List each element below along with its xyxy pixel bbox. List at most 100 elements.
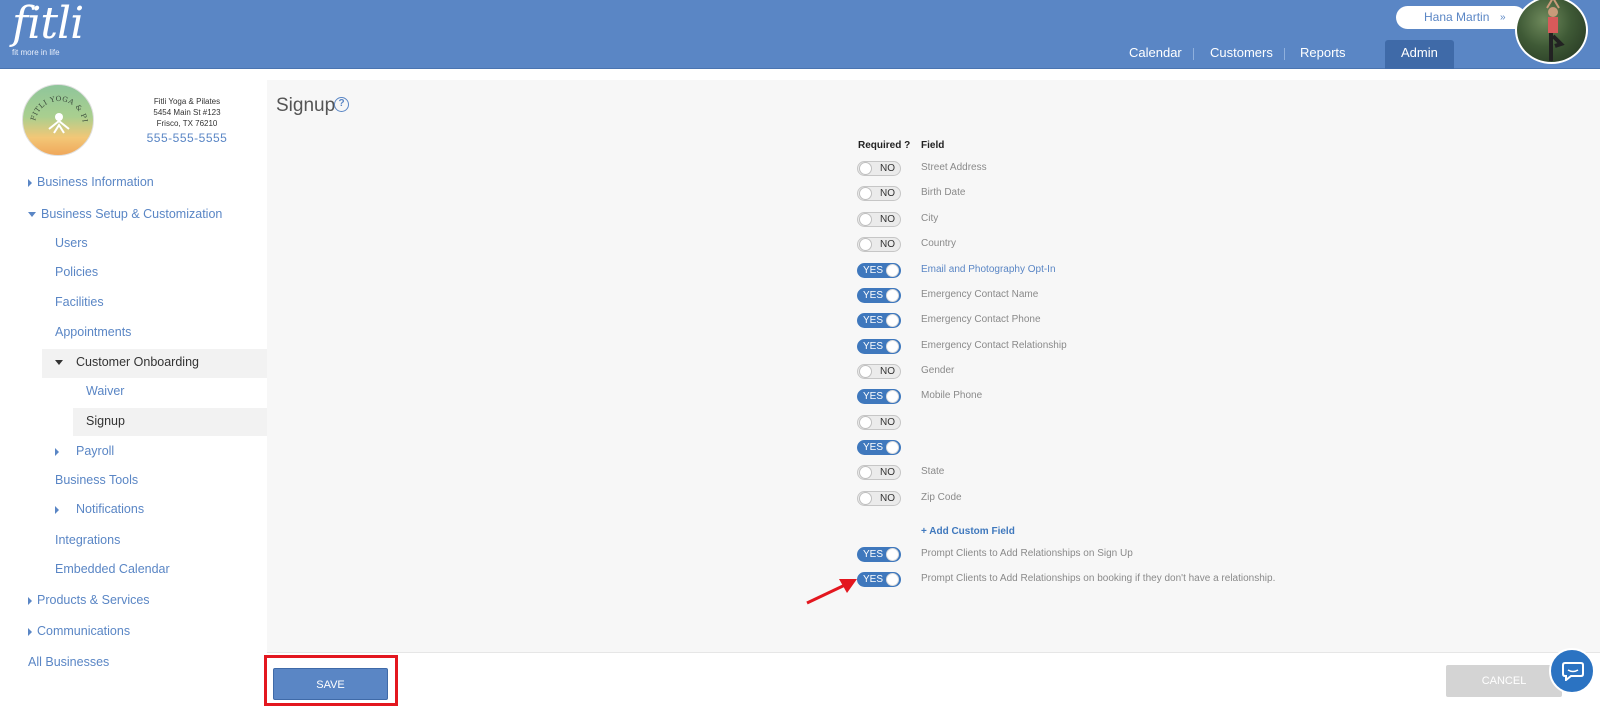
toggle-knob (886, 264, 899, 277)
main-panel: Signup ? Required ? Field NO Street Addr… (267, 80, 1600, 652)
caret-right-icon (28, 178, 32, 187)
sidebar-item-all-businesses[interactable]: All Businesses (28, 654, 109, 670)
chevron-down-icon: » (1500, 12, 1506, 23)
fitli-logo[interactable]: fitli fit more in life (10, 0, 90, 64)
page-title: Signup (276, 95, 336, 116)
sidebar-item-policies[interactable]: Policies (55, 264, 98, 280)
toggle-knob (886, 441, 899, 454)
column-header-required: Required ? (858, 140, 911, 151)
help-icon[interactable]: ? (334, 97, 349, 112)
sidebar-item-communications[interactable]: Communications (28, 623, 130, 639)
business-phone: 555-555-5555 (146, 131, 228, 145)
sidebar-item-facilities[interactable]: Facilities (55, 294, 104, 310)
sidebar-item-payroll[interactable]: Payroll (55, 443, 114, 459)
sidebar-item-waiver[interactable]: Waiver (86, 383, 124, 399)
chat-button[interactable] (1549, 648, 1595, 694)
nav-divider (1284, 48, 1285, 60)
business-name: Fitli Yoga & Pilates (153, 97, 221, 106)
business-info: Fitli Yoga & Pilates 5454 Main St #123 F… (137, 96, 237, 147)
caret-right-icon (28, 627, 32, 636)
sidebar-item-business-tools[interactable]: Business Tools (55, 472, 138, 488)
caret-down-icon (28, 212, 36, 218)
logo-tagline: fit more in life (12, 48, 60, 57)
add-custom-field-link[interactable]: + Add Custom Field (921, 526, 1015, 537)
business-logo: FITLI YOGA & PILATES (22, 84, 94, 156)
field-label-email-photography-opt-in[interactable]: Email and Photography Opt-In (921, 263, 1056, 277)
toggle-mobile-phone[interactable]: YES (857, 389, 901, 404)
chat-bubble-icon (1562, 662, 1584, 681)
toggle-emergency-contact-relationship[interactable]: YES (857, 339, 901, 354)
nav-admin[interactable]: Admin (1385, 40, 1454, 69)
toggle-knob (886, 548, 899, 561)
logo-wordmark: fitli (12, 0, 84, 49)
toggle-knob (859, 365, 872, 378)
caret-down-icon (55, 360, 63, 366)
save-button[interactable]: SAVE (273, 668, 388, 700)
toggle-knob (886, 314, 899, 327)
nav-customers[interactable]: Customers (1210, 40, 1273, 69)
nav-calendar[interactable]: Calendar (1129, 40, 1182, 69)
business-address: 5454 Main St #123 (153, 108, 221, 117)
save-highlight-box: SAVE (264, 655, 398, 706)
toggle-knob (886, 390, 899, 403)
top-header: fitli fit more in life Hana Martin » Cal… (0, 0, 1600, 69)
toggle-city[interactable]: NO (857, 212, 901, 227)
toggle-emergency-contact-name[interactable]: YES (857, 288, 901, 303)
toggle-country[interactable]: NO (857, 237, 901, 252)
toggle-prompt-relationships-signup[interactable]: YES (857, 547, 901, 562)
toggle-knob (859, 213, 872, 226)
toggle-street-address[interactable]: NO (857, 161, 901, 176)
toggle-unlabeled-1[interactable]: NO (857, 415, 901, 430)
caret-right-icon (55, 447, 59, 456)
toggle-state[interactable]: NO (857, 465, 901, 480)
field-label-birth-date: Birth Date (921, 187, 966, 198)
cancel-button[interactable]: CANCEL (1446, 665, 1562, 697)
user-name: Hana Martin (1424, 10, 1490, 24)
field-label-street-address: Street Address (921, 162, 987, 173)
field-label-zip-code: Zip Code (921, 492, 962, 503)
sidebar-item-users[interactable]: Users (55, 235, 88, 251)
sidebar: FITLI YOGA & PILATES Fitli Yoga & Pilate… (0, 70, 267, 721)
toggle-knob (859, 416, 872, 429)
sidebar-item-integrations[interactable]: Integrations (55, 532, 120, 548)
caret-right-icon (28, 596, 32, 605)
toggle-knob (886, 289, 899, 302)
sidebar-item-products-services[interactable]: Products & Services (28, 592, 150, 608)
toggle-emergency-contact-phone[interactable]: YES (857, 313, 901, 328)
sidebar-item-signup[interactable]: Signup (86, 413, 125, 429)
sidebar-item-customer-onboarding[interactable]: Customer Onboarding (55, 354, 199, 370)
column-header-field: Field (921, 140, 945, 151)
sidebar-item-embedded-calendar[interactable]: Embedded Calendar (55, 561, 170, 577)
field-label-city: City (921, 213, 939, 224)
toggle-unlabeled-2[interactable]: YES (857, 440, 901, 455)
toggle-knob (859, 187, 872, 200)
business-city: Frisco, TX 76210 (156, 119, 218, 128)
user-menu-button[interactable]: Hana Martin » (1396, 6, 1526, 29)
sidebar-item-business-information[interactable]: Business Information (28, 174, 154, 190)
sidebar-item-appointments[interactable]: Appointments (55, 324, 131, 340)
field-label-mobile-phone: Mobile Phone (921, 390, 983, 401)
red-arrow-annotation (806, 579, 857, 605)
prompt-label-relationships-signup: Prompt Clients to Add Relationships on S… (921, 548, 1133, 559)
toggle-knob (886, 573, 899, 586)
field-label-emergency-contact-phone: Emergency Contact Phone (921, 314, 1041, 325)
field-label-country: Country (921, 238, 957, 249)
sidebar-item-business-setup[interactable]: Business Setup & Customization (28, 206, 222, 222)
caret-right-icon (55, 505, 59, 514)
toggle-knob (859, 466, 872, 479)
nav-reports[interactable]: Reports (1300, 40, 1346, 69)
sidebar-item-notifications[interactable]: Notifications (55, 501, 144, 517)
field-label-state: State (921, 466, 945, 477)
prompt-label-relationships-booking: Prompt Clients to Add Relationships on b… (921, 573, 1276, 584)
footer-bar: SAVE CANCEL (264, 648, 1600, 721)
toggle-knob (859, 238, 872, 251)
nav-divider (1193, 48, 1194, 60)
toggle-gender[interactable]: NO (857, 364, 901, 379)
avatar[interactable] (1515, 0, 1588, 64)
toggle-birth-date[interactable]: NO (857, 186, 901, 201)
toggle-knob (859, 162, 872, 175)
toggle-email-photography-opt-in[interactable]: YES (857, 263, 901, 278)
toggle-knob (886, 340, 899, 353)
toggle-prompt-relationships-booking[interactable]: YES (857, 572, 901, 587)
toggle-zip-code[interactable]: NO (857, 491, 901, 506)
